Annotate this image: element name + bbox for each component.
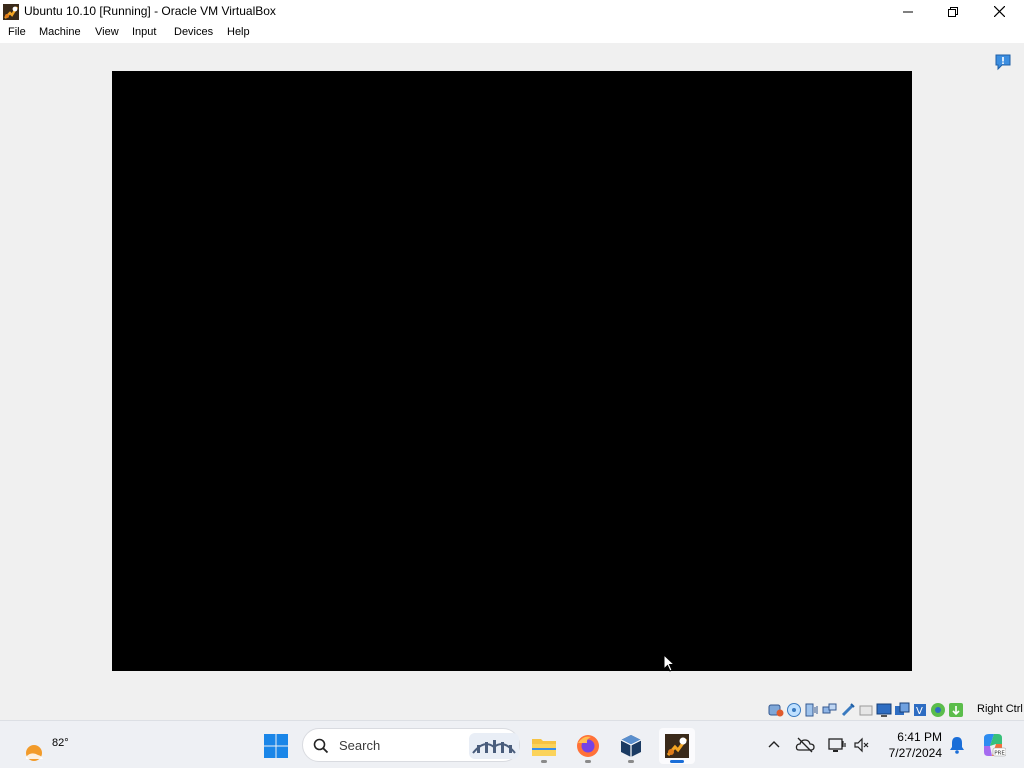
- clock-date: 7/27/2024: [888, 746, 942, 760]
- clock-time: 6:41 PM: [897, 730, 942, 744]
- taskbar-virtualbox-vm[interactable]: [659, 728, 695, 764]
- show-hidden-icons-icon[interactable]: [764, 735, 784, 755]
- network-icon[interactable]: [827, 735, 847, 755]
- svg-text:V: V: [916, 706, 923, 717]
- start-button[interactable]: [262, 732, 290, 760]
- recording-icon[interactable]: [894, 702, 910, 718]
- virtualbox-manager-icon: [620, 735, 642, 757]
- copilot-icon[interactable]: PRE: [980, 732, 1006, 758]
- minimize-button[interactable]: [885, 0, 931, 23]
- taskbar-firefox[interactable]: [570, 728, 606, 764]
- close-button[interactable]: [976, 0, 1022, 23]
- minimize-icon: [903, 11, 913, 12]
- display-icon[interactable]: [876, 702, 892, 718]
- svg-text:PRE: PRE: [994, 750, 1005, 756]
- menu-input[interactable]: Input: [132, 26, 156, 38]
- menu-help[interactable]: Help: [227, 26, 250, 38]
- running-indicator: [585, 760, 591, 763]
- shared-folders-icon[interactable]: [858, 702, 874, 718]
- weather-temperature: 82°: [52, 737, 69, 749]
- host-key-label: Right Ctrl: [977, 703, 1023, 715]
- window-titlebar[interactable]: Ubuntu 10.10 [Running] - Oracle VM Virtu…: [0, 0, 1024, 23]
- search-placeholder: Search: [339, 738, 381, 753]
- menu-machine[interactable]: Machine: [39, 26, 81, 38]
- taskbar-file-explorer[interactable]: [526, 728, 562, 764]
- notification-info-icon[interactable]: [994, 53, 1012, 71]
- virtualbox-vm-icon: [665, 734, 689, 758]
- window-title: Ubuntu 10.10 [Running] - Oracle VM Virtu…: [24, 4, 276, 18]
- weather-sun-icon: [26, 745, 43, 761]
- notification-bell-icon[interactable]: [947, 735, 967, 755]
- menu-file[interactable]: File: [8, 26, 26, 38]
- usb-icon[interactable]: [840, 702, 856, 718]
- cpu-icon[interactable]: V: [912, 702, 928, 718]
- running-indicator: [628, 760, 634, 763]
- storage-icon[interactable]: [768, 702, 784, 718]
- menu-devices[interactable]: Devices: [174, 26, 213, 38]
- audio-icon[interactable]: [804, 702, 820, 718]
- optical-drive-icon[interactable]: [786, 702, 802, 718]
- guest-additions-icon[interactable]: [930, 702, 946, 718]
- vm-status-bar: V Right Ctrl: [0, 697, 1024, 720]
- virtualbox-vm-icon[interactable]: [3, 4, 19, 20]
- menu-view[interactable]: View: [95, 26, 119, 38]
- windows-taskbar: 82° Search 6:41 PM 7/27/2024 PRE: [0, 720, 1024, 768]
- taskbar-virtualbox-manager[interactable]: [613, 728, 649, 764]
- close-icon: [993, 6, 1005, 17]
- network-icon[interactable]: [822, 702, 838, 718]
- mouse-integration-icon[interactable]: [948, 702, 964, 718]
- firefox-icon: [577, 735, 599, 757]
- menu-bar: File Machine View Input Devices Help: [0, 23, 1024, 43]
- running-indicator: [541, 760, 547, 763]
- system-clock[interactable]: 6:41 PM 7/27/2024: [876, 729, 942, 761]
- maximize-button[interactable]: [930, 0, 976, 23]
- taskbar-search[interactable]: Search: [302, 728, 520, 762]
- weather-widget[interactable]: 82°: [20, 729, 69, 763]
- onedrive-offline-icon[interactable]: [795, 735, 815, 755]
- maximize-icon: [948, 6, 958, 17]
- search-highlight-icon: [469, 733, 519, 759]
- vm-screen[interactable]: [112, 71, 912, 671]
- volume-icon[interactable]: [852, 735, 872, 755]
- active-indicator: [670, 760, 684, 763]
- search-icon: [313, 738, 329, 754]
- file-explorer-icon: [532, 739, 556, 756]
- mouse-cursor-icon: [663, 654, 675, 672]
